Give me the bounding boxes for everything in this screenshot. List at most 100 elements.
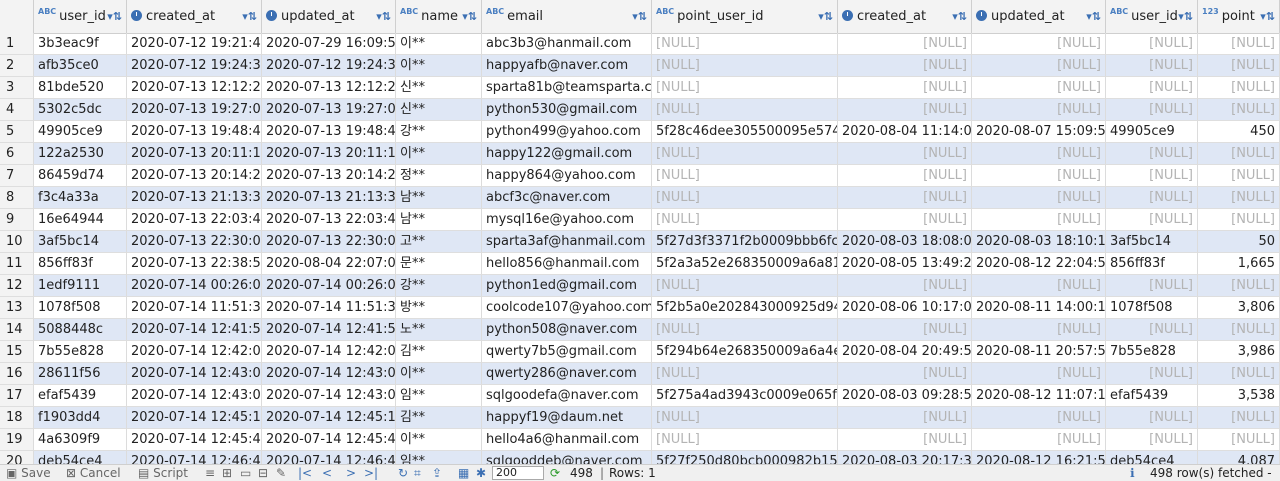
fetch-all-icon[interactable]: ⟳ xyxy=(550,465,560,481)
table-cell[interactable]: 5f27d3f3371f2b0009bbb6fc xyxy=(652,231,838,253)
table-cell[interactable]: 28611f56 xyxy=(34,363,127,385)
table-cell[interactable]: 2020-07-14 12:43:08 xyxy=(262,385,396,407)
null-cell[interactable]: [NULL] xyxy=(972,275,1106,297)
table-cell[interactable]: 신** xyxy=(396,99,482,121)
row-number[interactable]: 17 xyxy=(0,385,34,407)
table-cell[interactable]: 2020-08-12 22:04:51 xyxy=(972,253,1106,275)
null-cell[interactable]: [NULL] xyxy=(972,209,1106,231)
table-cell[interactable]: happy864@yahoo.com xyxy=(482,165,652,187)
null-cell[interactable]: [NULL] xyxy=(838,363,972,385)
table-cell[interactable]: 2020-07-14 12:45:46 xyxy=(127,429,262,451)
null-cell[interactable]: [NULL] xyxy=(972,429,1106,451)
results-grid[interactable]: ABC user_id ▾⇅ created_at ▾⇅ updated_at ▾⇅ ABC n… xyxy=(0,0,1280,464)
table-cell[interactable]: 2020-07-14 12:46:42 xyxy=(127,451,262,464)
table-cell[interactable]: 450 xyxy=(1198,121,1280,143)
filter-sort-icon[interactable]: ▾⇅ xyxy=(242,0,257,33)
null-cell[interactable]: [NULL] xyxy=(838,77,972,99)
table-cell[interactable]: 50 xyxy=(1198,231,1280,253)
null-cell[interactable]: [NULL] xyxy=(1106,55,1198,77)
table-row[interactable]: 5 49905ce9 2020-07-13 19:48:46 2020-07-13 1… xyxy=(0,121,1280,143)
table-cell[interactable]: 2020-08-04 20:49:57 xyxy=(838,341,972,363)
table-cell[interactable]: 2020-07-14 12:43:01 xyxy=(262,363,396,385)
table-cell[interactable]: afb35ce0 xyxy=(34,55,127,77)
table-cell[interactable]: 5302c5dc xyxy=(34,99,127,121)
table-cell[interactable]: 2020-07-13 12:12:26 xyxy=(262,77,396,99)
table-cell[interactable]: 2020-07-13 22:03:42 xyxy=(262,209,396,231)
table-cell[interactable]: abcf3c@naver.com xyxy=(482,187,652,209)
table-cell[interactable]: 2020-07-14 12:42:09 xyxy=(262,341,396,363)
table-cell[interactable]: 2020-08-06 10:17:03 xyxy=(838,297,972,319)
table-row[interactable]: 19 4a6309f9 2020-07-14 12:45:46 2020-07-14 … xyxy=(0,429,1280,451)
null-cell[interactable]: [NULL] xyxy=(1198,77,1280,99)
next-page-button[interactable]: > xyxy=(346,465,356,481)
table-cell[interactable]: 2020-08-03 20:17:37 xyxy=(838,451,972,464)
table-cell[interactable]: qwerty7b5@gmail.com xyxy=(482,341,652,363)
table-cell[interactable]: 3,986 xyxy=(1198,341,1280,363)
table-row[interactable]: 16 28611f56 2020-07-14 12:43:01 2020-07-14 … xyxy=(0,363,1280,385)
table-cell[interactable]: 1078f508 xyxy=(1106,297,1198,319)
column-header-point-user-id[interactable]: ABC point_user_id ▾⇅ xyxy=(652,0,838,33)
table-cell[interactable]: 2020-07-14 12:45:17 xyxy=(262,407,396,429)
row-number[interactable]: 19 xyxy=(0,429,34,451)
table-cell[interactable]: 5f2a3a52e268350009a6a811 xyxy=(652,253,838,275)
table-cell[interactable]: python499@yahoo.com xyxy=(482,121,652,143)
null-cell[interactable]: [NULL] xyxy=(838,143,972,165)
table-cell[interactable]: 2020-07-14 12:43:01 xyxy=(127,363,262,385)
filter-sort-icon[interactable]: ▾⇅ xyxy=(952,0,967,33)
filter-toolbar-icon[interactable]: ⌗ xyxy=(414,465,421,481)
row-number[interactable]: 6 xyxy=(0,143,34,165)
table-cell[interactable]: 남** xyxy=(396,187,482,209)
table-cell[interactable]: abc3b3@hanmail.com xyxy=(482,33,652,55)
null-cell[interactable]: [NULL] xyxy=(1198,165,1280,187)
table-cell[interactable]: 5f28c46dee305500095e5740 xyxy=(652,121,838,143)
table-cell[interactable]: deb54ce4 xyxy=(34,451,127,464)
first-page-button[interactable]: |< xyxy=(298,465,312,481)
table-row[interactable]: 13 1078f508 2020-07-14 11:51:37 2020-07-14 … xyxy=(0,297,1280,319)
null-cell[interactable]: [NULL] xyxy=(1198,55,1280,77)
table-cell[interactable]: 2020-07-14 11:51:37 xyxy=(127,297,262,319)
table-cell[interactable]: 2020-07-14 12:43:08 xyxy=(127,385,262,407)
table-cell[interactable]: sqlgoodefa@naver.com xyxy=(482,385,652,407)
table-cell[interactable]: 2020-07-13 20:11:13 xyxy=(262,143,396,165)
table-cell[interactable]: 강** xyxy=(396,121,482,143)
column-header-email[interactable]: ABC email ▾⇅ xyxy=(482,0,652,33)
table-cell[interactable]: 2020-07-13 12:12:26 xyxy=(127,77,262,99)
fetch-size-input[interactable]: 200 xyxy=(492,466,544,480)
table-cell[interactable]: 김** xyxy=(396,407,482,429)
column-header-name[interactable]: ABC name ▾⇅ xyxy=(396,0,482,33)
null-cell[interactable]: [NULL] xyxy=(972,319,1106,341)
null-cell[interactable]: [NULL] xyxy=(972,33,1106,55)
null-cell[interactable]: [NULL] xyxy=(838,165,972,187)
table-cell[interactable]: mysql16e@yahoo.com xyxy=(482,209,652,231)
null-cell[interactable]: [NULL] xyxy=(1106,429,1198,451)
table-cell[interactable]: 이** xyxy=(396,143,482,165)
null-cell[interactable]: [NULL] xyxy=(972,77,1106,99)
table-cell[interactable]: 2020-07-14 12:41:51 xyxy=(127,319,262,341)
filter-sort-icon[interactable]: ▾⇅ xyxy=(818,0,833,33)
table-cell[interactable]: 남** xyxy=(396,209,482,231)
table-cell[interactable]: 2020-08-04 22:07:03 xyxy=(262,253,396,275)
table-cell[interactable]: 노** xyxy=(396,319,482,341)
grid-layout-icon[interactable]: ⊞ xyxy=(222,465,232,481)
null-cell[interactable]: [NULL] xyxy=(652,407,838,429)
table-cell[interactable]: python530@gmail.com xyxy=(482,99,652,121)
table-cell[interactable]: 81bde520 xyxy=(34,77,127,99)
table-row[interactable]: 14 5088448c 2020-07-14 12:41:51 2020-07-14 … xyxy=(0,319,1280,341)
null-cell[interactable]: [NULL] xyxy=(652,363,838,385)
null-cell[interactable]: [NULL] xyxy=(652,209,838,231)
table-row[interactable]: 10 3af5bc14 2020-07-13 22:30:00 2020-07-13 … xyxy=(0,231,1280,253)
table-cell[interactable]: 2020-07-13 19:27:09 xyxy=(127,99,262,121)
table-cell[interactable]: 2020-07-14 12:41:51 xyxy=(262,319,396,341)
table-cell[interactable]: 86459d74 xyxy=(34,165,127,187)
null-cell[interactable]: [NULL] xyxy=(1106,275,1198,297)
row-number[interactable]: 20 xyxy=(0,451,34,464)
row-number[interactable]: 8 xyxy=(0,187,34,209)
table-cell[interactable]: 7b55e828 xyxy=(1106,341,1198,363)
table-row[interactable]: 1 3b3eac9f 2020-07-12 19:21:46 2020-07-29 1… xyxy=(0,33,1280,55)
filter-sort-icon[interactable]: ▾⇅ xyxy=(1178,0,1193,33)
table-row[interactable]: 17 efaf5439 2020-07-14 12:43:08 2020-07-14 … xyxy=(0,385,1280,407)
null-cell[interactable]: [NULL] xyxy=(1198,33,1280,55)
table-row[interactable]: 3 81bde520 2020-07-13 12:12:26 2020-07-13 1… xyxy=(0,77,1280,99)
table-cell[interactable]: 122a2530 xyxy=(34,143,127,165)
table-cell[interactable]: 이** xyxy=(396,55,482,77)
